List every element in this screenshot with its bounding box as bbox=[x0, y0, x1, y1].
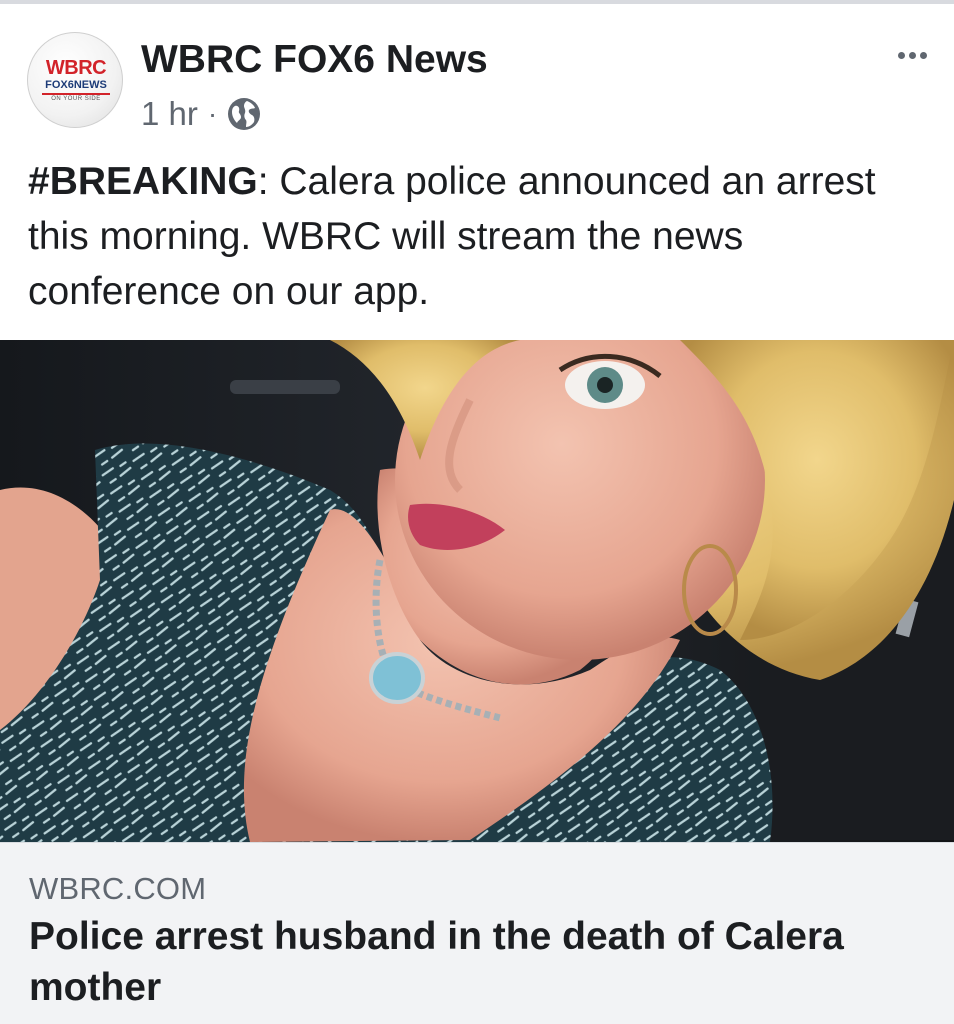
avatar-logo-text: WBRC bbox=[45, 57, 107, 79]
link-domain: WBRC.COM bbox=[29, 871, 207, 906]
post-timestamp[interactable]: 1 hr bbox=[141, 95, 198, 133]
avatar-logo-subtext: FOX6NEWS bbox=[45, 79, 107, 91]
post-meta: 1 hr · bbox=[141, 92, 261, 136]
page-avatar[interactable]: WBRC FOX6NEWS ON YOUR SIDE bbox=[27, 32, 123, 128]
more-dot bbox=[908, 51, 916, 59]
globe-icon bbox=[227, 97, 261, 131]
link-preview-image[interactable] bbox=[0, 340, 954, 842]
link-title[interactable]: Police arrest husband in the death of Ca… bbox=[29, 911, 934, 1013]
more-options-icon[interactable] bbox=[888, 40, 936, 70]
post-message: #BREAKING: Calera police announced an ar… bbox=[28, 154, 928, 319]
more-dot bbox=[897, 51, 905, 59]
feed-post: WBRC FOX6NEWS ON YOUR SIDE WBRC FOX6 New… bbox=[0, 4, 954, 1024]
avatar-logo-tagline: ON YOUR SIDE bbox=[51, 96, 101, 102]
link-preview-card[interactable]: WBRC.COM Police arrest husband in the de… bbox=[0, 842, 954, 1024]
avatar-logo-divider bbox=[42, 93, 110, 95]
more-dot bbox=[919, 51, 927, 59]
hashtag-link[interactable]: #BREAKING bbox=[28, 160, 258, 203]
meta-separator: · bbox=[207, 98, 218, 129]
page-name-link[interactable]: WBRC FOX6 News bbox=[141, 38, 488, 82]
